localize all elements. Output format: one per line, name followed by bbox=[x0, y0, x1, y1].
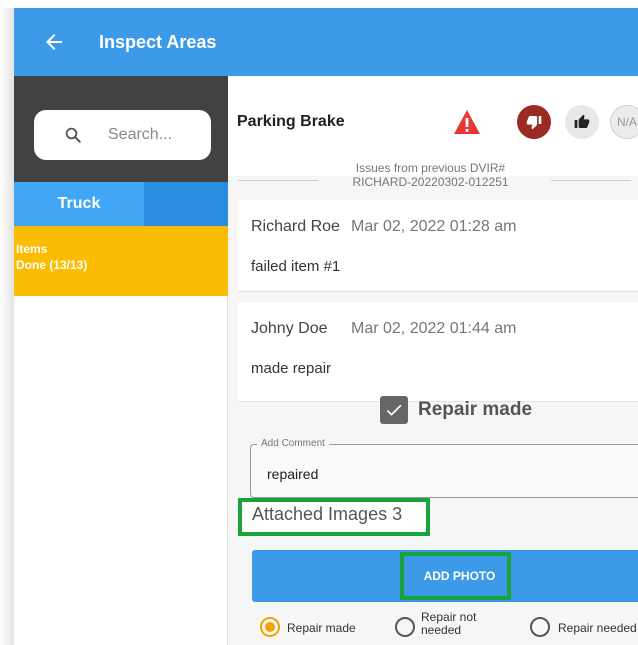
previous-dvir-label: Issues from previous DVIR# RICHARD-20220… bbox=[328, 161, 533, 189]
radio-repair-made[interactable] bbox=[260, 617, 280, 637]
item-title: Parking Brake bbox=[237, 113, 345, 130]
na-button[interactable]: N/A bbox=[610, 105, 638, 139]
search-input[interactable]: Search... bbox=[34, 110, 211, 160]
window-edge bbox=[0, 8, 14, 645]
comment-date: Mar 02, 2022 01:44 am bbox=[351, 320, 517, 337]
comment-text: failed item #1 bbox=[251, 258, 341, 275]
thumbs-down-icon bbox=[526, 116, 542, 130]
radio-label: Repair needed bbox=[558, 621, 637, 635]
pass-button[interactable] bbox=[565, 105, 599, 139]
repair-made-label: Repair made bbox=[418, 399, 533, 420]
radio-label: Repair not needed bbox=[421, 610, 477, 637]
sidebar-item-items[interactable]: Items Done (13/13) bbox=[14, 226, 228, 296]
warning-icon bbox=[454, 110, 480, 134]
search-area: Search... bbox=[14, 76, 228, 182]
tab-bar-filler bbox=[144, 182, 228, 226]
app-bar: Inspect Areas bbox=[14, 8, 638, 76]
add-photo-label: ADD PHOTO bbox=[423, 569, 496, 583]
previous-dvir-heading: Issues from previous DVIR# bbox=[355, 161, 506, 175]
comment-author: Richard Roe bbox=[251, 218, 340, 235]
tab-truck[interactable]: Truck bbox=[14, 182, 144, 226]
radio-repair-not-needed[interactable] bbox=[395, 617, 415, 637]
repair-status-radio-group: Repair made Repair not needed Repair nee… bbox=[248, 609, 638, 645]
sidebar: Search... Truck Items Done (13/13) bbox=[14, 76, 228, 645]
add-comment-value: repaired bbox=[267, 466, 319, 482]
divider bbox=[551, 180, 631, 181]
area-tabs: Truck bbox=[14, 182, 228, 226]
checkmark-icon bbox=[386, 404, 402, 416]
radio-label: Repair made bbox=[287, 621, 356, 635]
divider bbox=[238, 180, 318, 181]
comment-text: made repair bbox=[251, 360, 332, 377]
item-header: Parking Brake N/A Issues from previous D… bbox=[228, 76, 638, 189]
sidebar-item-status: Done (13/13) bbox=[16, 258, 88, 272]
comment-date: Mar 02, 2022 01:28 am bbox=[351, 218, 517, 235]
comment-card: Johny Doe Mar 02, 2022 01:44 am made rep… bbox=[238, 302, 638, 402]
thumbs-up-icon bbox=[574, 114, 590, 128]
comment-card: Richard Roe Mar 02, 2022 01:28 am failed… bbox=[238, 200, 638, 292]
add-photo-highlight: ADD PHOTO bbox=[400, 552, 511, 600]
add-comment-field[interactable]: Add Comment repaired bbox=[250, 438, 638, 498]
repair-made-checkbox[interactable] bbox=[380, 396, 408, 424]
search-placeholder: Search... bbox=[108, 126, 173, 143]
comment-author: Johny Doe bbox=[251, 320, 328, 337]
attached-images-label: Attached Images 3 bbox=[238, 498, 430, 536]
item-detail: Parking Brake N/A Issues from previous D… bbox=[228, 76, 638, 645]
previous-dvir-id: RICHARD-20220302-012251 bbox=[352, 175, 509, 189]
page-title: Inspect Areas bbox=[99, 32, 217, 52]
arrow-left-icon[interactable] bbox=[42, 30, 66, 54]
radio-repair-needed[interactable] bbox=[530, 617, 550, 637]
add-photo-button[interactable]: ADD PHOTO bbox=[252, 550, 638, 602]
search-icon bbox=[65, 127, 81, 143]
sidebar-item-title: Items bbox=[16, 242, 48, 256]
add-comment-label: Add Comment bbox=[257, 438, 329, 449]
fail-button[interactable] bbox=[517, 105, 551, 139]
app-window: Inspect Areas Search... Truck Items Done… bbox=[14, 8, 638, 645]
